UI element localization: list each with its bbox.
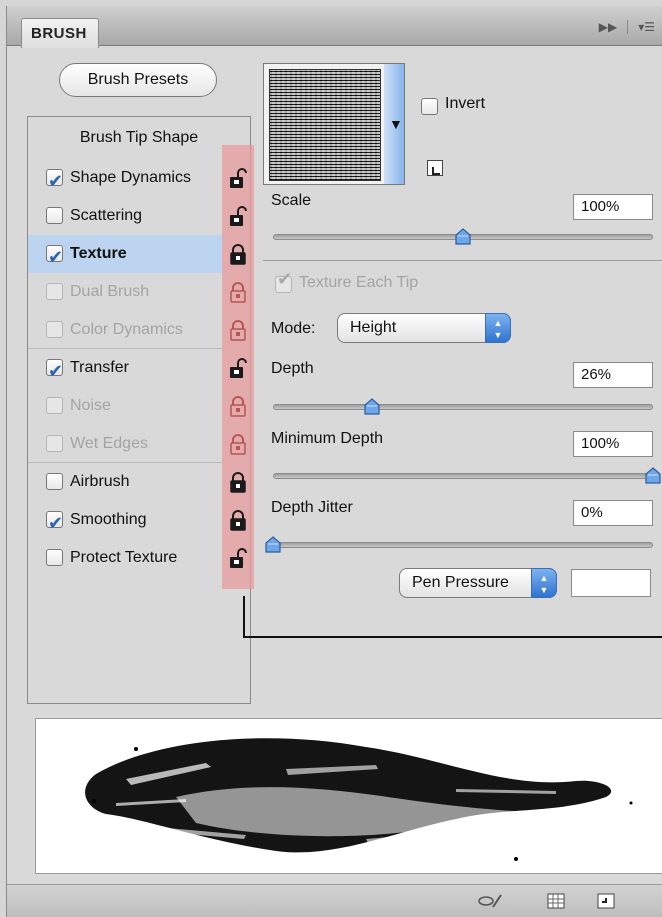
depth-jitter-slider[interactable] <box>273 542 653 548</box>
collapse-icon[interactable]: ▶▶ <box>599 20 617 34</box>
lock-closed-icon[interactable] <box>229 509 247 531</box>
texture-swatch <box>269 69 381 181</box>
sidebar-item-label: Texture <box>70 245 127 262</box>
divider <box>627 20 629 34</box>
grid-icon[interactable] <box>547 893 565 909</box>
sidebar-item-label: Shape Dynamics <box>70 169 191 186</box>
sidebar-item-label: Dual Brush <box>70 283 150 300</box>
brush-tip-shape-item[interactable]: Brush Tip Shape <box>28 117 250 159</box>
control-select[interactable]: Pen Pressure ▲ ▼ <box>399 568 557 598</box>
mode-value: Height <box>350 319 397 336</box>
lock-closed-icon[interactable] <box>229 471 247 493</box>
mode-select[interactable]: Height ▲ ▼ <box>337 313 511 343</box>
sidebar-item-checkbox[interactable] <box>46 473 63 490</box>
min-depth-field[interactable]: 100% <box>573 431 653 457</box>
sidebar-item-checkbox[interactable] <box>46 352 63 390</box>
lock-open-icon[interactable] <box>229 167 247 189</box>
lock-closed-icon[interactable] <box>229 319 247 341</box>
sidebar-item-checkbox[interactable] <box>46 435 63 452</box>
new-preset-icon[interactable] <box>597 893 615 909</box>
invert-label: Invert <box>445 95 486 112</box>
sidebar-item-transfer[interactable]: Transfer <box>28 349 222 390</box>
min-depth-label: Minimum Depth <box>271 430 384 447</box>
sidebar-item-label: Color Dynamics <box>70 321 183 338</box>
depth-slider-handle[interactable] <box>363 398 381 416</box>
sidebar-item-label: Noise <box>70 397 111 414</box>
sidebar-item-dual-brush[interactable]: Dual Brush <box>28 273 222 311</box>
sidebar-item-texture[interactable]: Texture <box>28 235 222 276</box>
brush-stroke-preview <box>35 718 662 874</box>
min-depth-slider[interactable] <box>273 473 653 479</box>
lock-closed-icon[interactable] <box>229 433 247 455</box>
toggle-live-tip-icon[interactable] <box>477 893 502 909</box>
sidebar-item-checkbox[interactable] <box>46 238 63 276</box>
chevron-down-icon[interactable]: ▼ <box>389 116 403 132</box>
lock-open-icon[interactable] <box>229 205 247 227</box>
sidebar-item-checkbox[interactable] <box>46 504 63 542</box>
lock-closed-icon[interactable] <box>229 243 247 265</box>
new-preset-icon[interactable] <box>427 160 443 176</box>
depth-slider[interactable] <box>273 404 653 410</box>
panel-tab-bar: BRUSH ▶▶ ▾☰ <box>7 6 662 48</box>
sidebar-item-label: Transfer <box>70 359 129 376</box>
sidebar-item-airbrush[interactable]: Airbrush <box>28 463 222 501</box>
annotation-line <box>243 636 662 638</box>
control-extra-field[interactable] <box>571 569 651 597</box>
depth-jitter-label: Depth Jitter <box>271 499 353 516</box>
sidebar-item-checkbox[interactable] <box>46 162 63 200</box>
sidebar-item-checkbox[interactable] <box>46 321 63 338</box>
mode-label: Mode: <box>271 320 316 337</box>
sidebar-item-smoothing[interactable]: Smoothing <box>28 501 222 542</box>
chevron-updown-icon: ▲ ▼ <box>485 313 511 343</box>
sidebar-item-color-dynamics[interactable]: Color Dynamics <box>28 311 222 349</box>
sidebar-item-label: Smoothing <box>70 511 147 528</box>
sidebar-item-label: Wet Edges <box>70 435 148 452</box>
sidebar-item-label: Airbrush <box>70 473 130 490</box>
scale-slider-handle[interactable] <box>454 228 472 246</box>
depth-jitter-slider-handle[interactable] <box>264 536 282 554</box>
depth-field[interactable]: 26% <box>573 362 653 388</box>
stroke-preview-image <box>85 738 633 861</box>
divider <box>263 260 662 261</box>
panel-menu-icon[interactable]: ▾☰ <box>638 20 655 34</box>
lock-open-icon[interactable] <box>229 547 247 569</box>
chevron-updown-icon: ▲ ▼ <box>531 568 557 598</box>
lock-closed-icon[interactable] <box>229 281 247 303</box>
sidebar-item-shape-dynamics[interactable]: Shape Dynamics <box>28 159 222 200</box>
brush-settings-list: Brush Tip Shape Shape Dynamics Scattering… <box>27 116 254 704</box>
depth-jitter-field[interactable]: 0% <box>573 500 653 526</box>
sidebar-item-label: Protect Texture <box>70 549 178 566</box>
sidebar-item-checkbox[interactable] <box>46 397 63 414</box>
invert-checkbox[interactable] <box>421 98 438 115</box>
panel-controls: ▶▶ ▾☰ <box>599 20 655 34</box>
tab-brush[interactable]: BRUSH <box>21 18 99 48</box>
scale-label: Scale <box>271 192 312 209</box>
scale-field[interactable]: 100% <box>573 194 653 220</box>
sidebar-item-scattering[interactable]: Scattering <box>28 197 222 235</box>
sidebar-item-checkbox[interactable] <box>46 283 63 300</box>
annotation-line <box>243 596 245 638</box>
sidebar-item-protect-texture[interactable]: Protect Texture <box>28 539 222 577</box>
min-depth-slider-handle[interactable] <box>644 467 662 485</box>
brush-presets-button[interactable]: Brush Presets <box>59 63 217 97</box>
texture-picker[interactable]: ▼ <box>263 63 405 185</box>
control-value: Pen Pressure <box>412 574 509 591</box>
lock-open-icon[interactable] <box>229 357 247 379</box>
sidebar-item-checkbox[interactable] <box>46 549 63 566</box>
sidebar-item-checkbox[interactable] <box>46 207 63 224</box>
sidebar-item-wet-edges[interactable]: Wet Edges <box>28 425 222 463</box>
sidebar-item-noise[interactable]: Noise <box>28 387 222 425</box>
panel-footer <box>7 884 662 917</box>
lock-closed-icon[interactable] <box>229 395 247 417</box>
brush-panel: BRUSH ▶▶ ▾☰ Brush Presets Brush Tip Shap… <box>6 6 662 917</box>
depth-label: Depth <box>271 360 314 377</box>
texture-each-tip-checkbox[interactable] <box>275 269 292 293</box>
texture-each-tip-label: Texture Each Tip <box>299 274 419 291</box>
sidebar-item-label: Scattering <box>70 207 143 224</box>
